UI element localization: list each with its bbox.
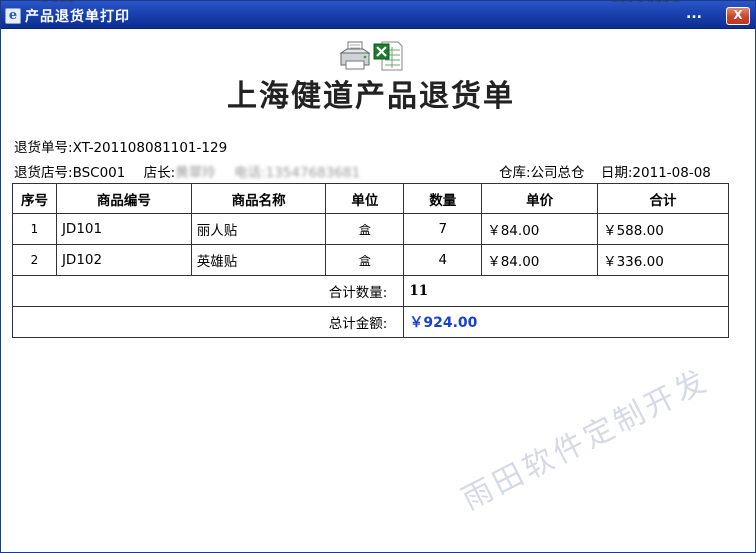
cell-unit: 盒 (325, 244, 405, 276)
total-qty-value: 11 (403, 275, 729, 307)
phone-value: 13547683681 (265, 165, 361, 181)
warehouse-line: 仓库:公司总仓 日期:2011-08-08 (499, 161, 711, 181)
excel-icon[interactable] (373, 41, 403, 71)
cell-qty: 4 (403, 244, 483, 276)
background-text-fragment: ~~~ ~ ~~~ ~ (611, 0, 680, 6)
total-amount-label: 总计金额: (11, 306, 405, 338)
col-header: 单位 (325, 183, 405, 214)
cell-total: ￥336.00 (597, 244, 729, 276)
cell-qty: 7 (403, 213, 483, 245)
store-value: BSC001 (72, 165, 126, 181)
phone-label: 电话: (234, 165, 266, 181)
warehouse-value: 公司总仓 (530, 165, 585, 181)
cell-unit: 盒 (325, 213, 405, 245)
title-bar[interactable]: ~ ~~~ ~~~ ~ ~~~ ~ e 产品退货单打印 ... X (1, 0, 755, 29)
total-amount-row: 总计金额: ￥924.00 (11, 306, 729, 338)
col-header: 序号 (12, 183, 57, 214)
printer-icon[interactable] (339, 41, 371, 71)
cell-price: ￥84.00 (481, 213, 599, 245)
toolbar (339, 41, 405, 73)
total-qty-label: 合计数量: (11, 275, 405, 307)
close-button[interactable]: X (726, 7, 750, 25)
table-header-row: 序号 商品编号 商品名称 单位 数量 单价 合计 (12, 183, 729, 214)
total-amount-value: ￥924.00 (403, 306, 729, 338)
cell-no: 1 (12, 213, 57, 245)
return-no-label: 退货单号: (14, 140, 73, 156)
dialog-window: ~ ~~~ ~~~ ~ ~~~ ~ e 产品退货单打印 ... X 上海健道产品… (0, 0, 756, 553)
col-header: 数量 (403, 183, 483, 214)
table-row: 1 JD101 丽人贴 盒 7 ￥84.00 ￥588.00 (12, 213, 729, 245)
return-no-value: XT-201108081101-129 (72, 140, 228, 156)
cell-price: ￥84.00 (481, 244, 599, 276)
window-title: 产品退货单打印 (25, 9, 130, 25)
store-label: 退货店号: (14, 165, 73, 181)
col-header: 商品编号 (55, 183, 192, 214)
items-table: 序号 商品编号 商品名称 单位 数量 单价 合计 1 JD101 丽人贴 盒 7… (11, 183, 729, 338)
col-header: 商品名称 (190, 183, 327, 214)
cell-no: 2 (12, 244, 57, 276)
date-value: 2011-08-08 (632, 165, 711, 181)
document-title: 上海健道产品退货单 (227, 79, 515, 114)
cell-name: 丽人贴 (190, 213, 327, 245)
watermark: 雨田软件定制开发 (456, 362, 715, 518)
date-label: 日期: (600, 165, 633, 181)
table-row: 2 JD102 英雄贴 盒 4 ￥84.00 ￥336.00 (12, 244, 729, 276)
cell-total: ￥588.00 (597, 213, 729, 245)
manager-value: 黄翠玲 (175, 165, 216, 181)
col-header: 单价 (481, 183, 599, 214)
return-number-line: 退货单号:XT-201108081101-129 (14, 136, 227, 156)
manager-label: 店长: (143, 165, 176, 181)
minimize-button[interactable]: ... (682, 7, 706, 25)
cell-name: 英雄贴 (190, 244, 327, 276)
total-quantity-row: 合计数量: 11 (11, 275, 729, 307)
cell-code: JD102 (55, 244, 192, 276)
col-header: 合计 (597, 183, 729, 214)
cell-code: JD101 (55, 213, 192, 245)
warehouse-label: 仓库: (499, 165, 531, 181)
store-line: 退货店号:BSC001 店长:黄翠玲 电话:13547683681 (14, 161, 360, 181)
ie-e-icon: e (5, 8, 21, 24)
